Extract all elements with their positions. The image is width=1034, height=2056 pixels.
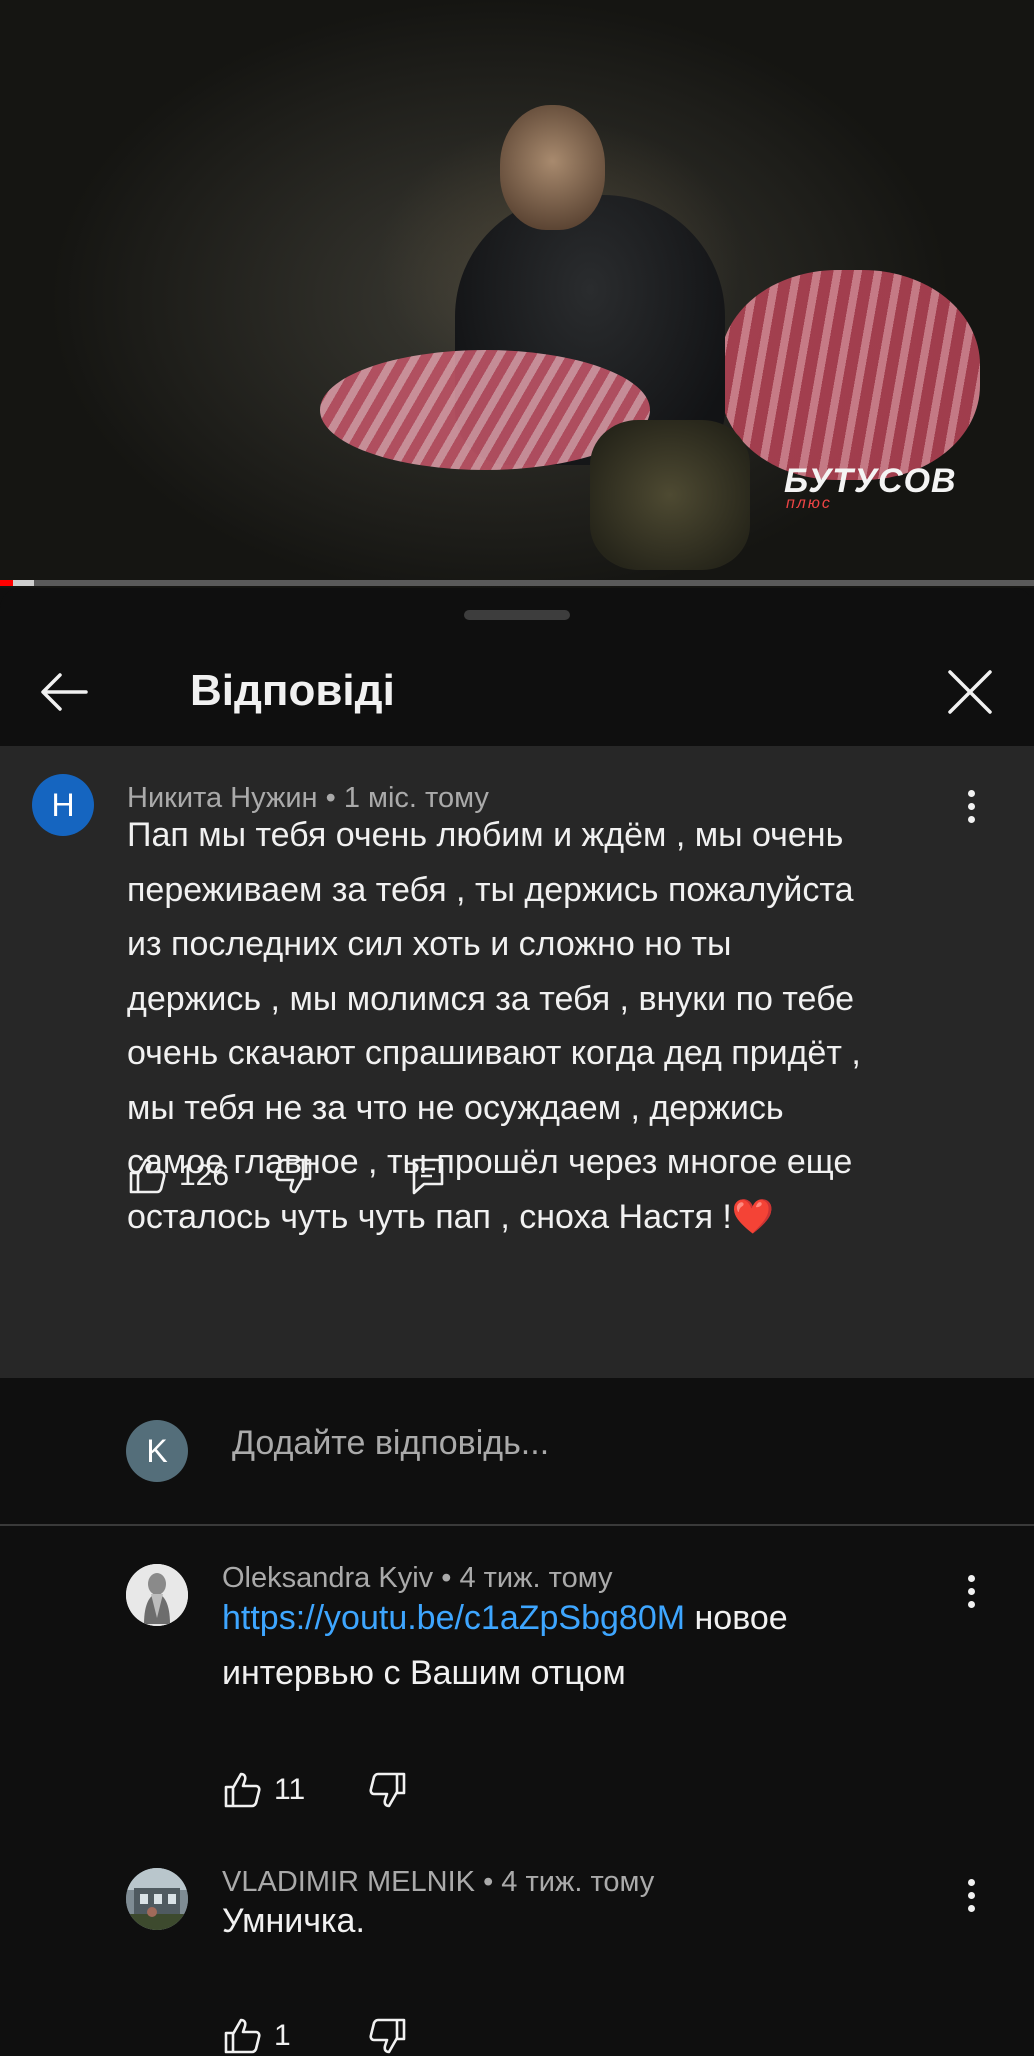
comment-text: https://youtu.be/c1aZpSbg80M новое интер…	[222, 1591, 788, 1700]
comment-line: очень скачают спрашивают когда дед придё…	[127, 1034, 861, 1072]
video-link[interactable]: https://youtu.be/c1aZpSbg80M	[222, 1599, 685, 1637]
video-frame-detail	[720, 270, 980, 480]
thumbs-down-icon	[275, 1158, 312, 1194]
video-frame-figure	[500, 105, 605, 230]
arrow-left-icon	[41, 673, 88, 711]
page-title: Відповіді	[190, 666, 395, 715]
dot-icon	[967, 1574, 975, 1582]
dot-icon	[967, 802, 975, 810]
video-progress-bar[interactable]	[0, 580, 1034, 586]
more-options-button[interactable]	[951, 781, 991, 831]
video-player[interactable]: БУТУСОВ плюс	[0, 0, 1034, 588]
comment-line: мы тебя не за что не осуждаем , держись	[127, 1088, 784, 1127]
parent-comment: Н Никита Нужин • 1 міс. тому Пап мы тебя…	[0, 746, 1034, 1378]
dot-icon	[967, 1587, 975, 1595]
comment-line: https://youtu.be/c1aZpSbg80M новое	[222, 1591, 788, 1646]
comment-time: 4 тиж. тому	[501, 1866, 655, 1898]
dot-icon	[967, 1891, 975, 1899]
dislike-button[interactable]	[368, 2016, 408, 2056]
meta-separator: •	[483, 1866, 502, 1898]
dot-icon	[967, 1600, 975, 1608]
avatar[interactable]: Н	[32, 774, 94, 836]
drag-handle[interactable]	[464, 610, 570, 620]
avatar[interactable]	[126, 1564, 188, 1626]
more-options-button[interactable]	[951, 1870, 991, 1920]
thumbs-up-icon	[224, 2018, 261, 2054]
comment-author[interactable]: Oleksandra Kyiv	[222, 1562, 433, 1594]
progress-played	[0, 580, 14, 586]
add-reply-row: K	[0, 1378, 1034, 1526]
like-button[interactable]: 1	[222, 2016, 291, 2056]
video-frame-detail	[590, 420, 750, 570]
comment-line: осталось чуть чуть пап , сноха Настя !❤️	[127, 1197, 775, 1236]
comment-text: Умничка.	[222, 1902, 365, 1940]
dot-icon	[967, 1878, 975, 1886]
like-button[interactable]: 11	[222, 1770, 305, 1810]
avatar-photo-icon	[126, 1868, 188, 1930]
comment-text: Пап мы тебя очень любим и ждём , мы очен…	[127, 808, 861, 1244]
back-button[interactable]	[30, 658, 98, 726]
comment-line: переживаем за тебя , ты держись пожалуйс…	[127, 870, 854, 909]
comment-time: 4 тиж. тому	[459, 1562, 613, 1594]
like-count: 126	[179, 1159, 230, 1192]
comment-text-part: новое	[685, 1599, 788, 1637]
comment-line: из последних сил хоть и сложно но ты	[127, 925, 732, 963]
comment-line: интервью с Вашим отцом	[222, 1653, 626, 1692]
avatar: K	[126, 1420, 188, 1482]
like-count: 11	[274, 1773, 306, 1806]
avatar[interactable]	[126, 1868, 188, 1930]
dot-icon	[967, 815, 975, 823]
dot-icon	[967, 1904, 975, 1912]
comment-line: держись , мы молимся за тебя , внуки по …	[127, 979, 855, 1018]
comment-icon	[412, 1158, 444, 1195]
progress-buffered	[13, 580, 35, 586]
more-options-button[interactable]	[951, 1566, 991, 1616]
comment-line: Пап мы тебя очень любим и ждём , мы очен…	[127, 816, 844, 854]
close-icon	[948, 670, 992, 714]
channel-watermark-sub: плюс	[786, 495, 832, 512]
avatar-photo-icon	[126, 1564, 188, 1626]
reply-button[interactable]	[410, 1156, 446, 1196]
thumbs-up-icon	[224, 1772, 261, 1808]
reply-input[interactable]	[232, 1424, 972, 1463]
replies-sheet: Відповіді Н Никита Нужин • 1 міс. тому П…	[0, 588, 1034, 2054]
dislike-button[interactable]	[368, 1770, 408, 1810]
thumbs-down-icon	[369, 2018, 406, 2054]
sheet-header: Відповіді	[0, 628, 1034, 744]
thumbs-down-icon	[369, 1772, 406, 1808]
like-button[interactable]: 126	[127, 1156, 229, 1196]
thumbs-up-icon	[129, 1158, 166, 1194]
comment-line: самое главное , ты прошёл через многое е…	[127, 1143, 853, 1181]
dislike-button[interactable]	[274, 1156, 314, 1196]
dot-icon	[967, 789, 975, 797]
close-button[interactable]	[936, 658, 1004, 726]
meta-separator: •	[441, 1562, 460, 1594]
